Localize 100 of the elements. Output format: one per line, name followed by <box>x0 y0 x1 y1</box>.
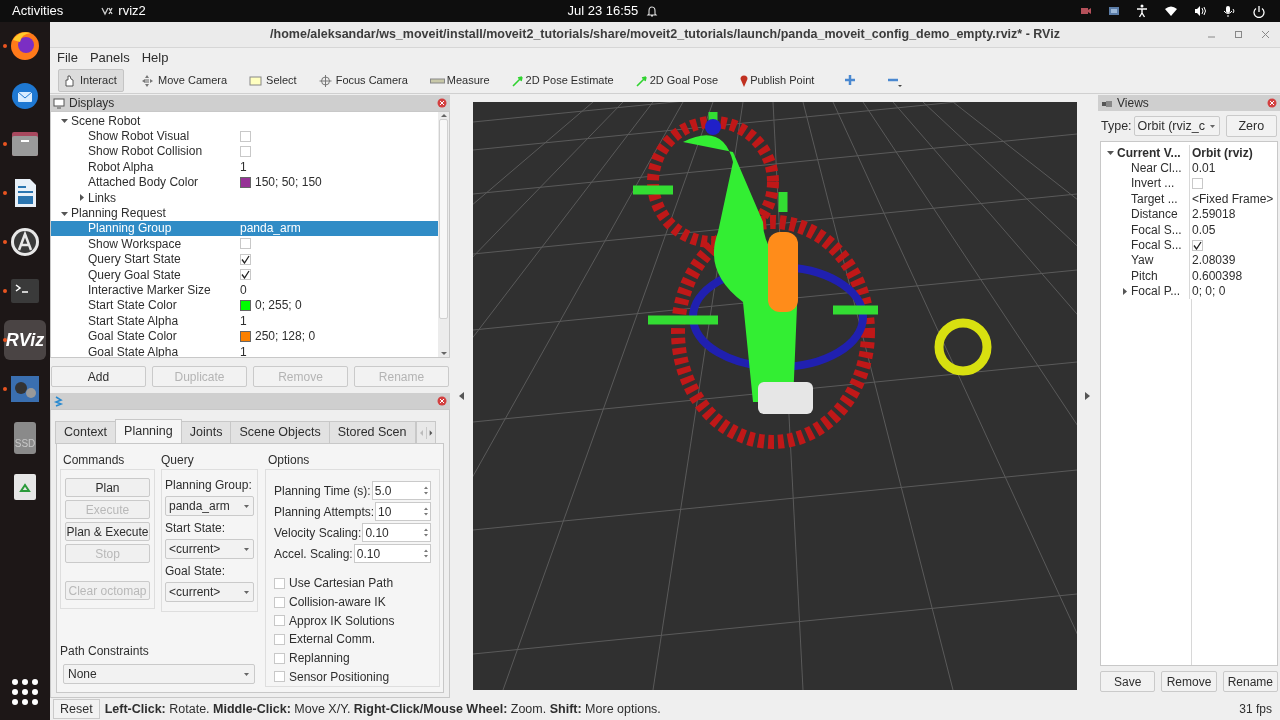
spin-box[interactable]: 10 <box>375 502 431 521</box>
clock[interactable]: Jul 23 16:55 <box>567 1 639 21</box>
spin-arrows-icon[interactable] <box>422 548 430 559</box>
tree-row[interactable]: Goal State Color 250; 128; 0 <box>51 328 438 344</box>
toolbar-button[interactable]: Measure <box>424 69 495 92</box>
software-icon <box>9 226 41 258</box>
monitor-icon <box>53 97 65 109</box>
spin-arrows-icon[interactable] <box>422 485 430 496</box>
close-icon[interactable] <box>437 396 447 406</box>
maximize-icon[interactable] <box>1234 30 1243 39</box>
panel-button[interactable]: Remove <box>1161 671 1217 692</box>
camera-icon[interactable] <box>1080 6 1092 16</box>
toolbar-button[interactable]: 2D Goal Pose <box>630 69 724 92</box>
close-icon[interactable] <box>1261 30 1270 39</box>
view-property-row[interactable]: Focal S... <box>1101 237 1277 253</box>
view-property-row[interactable]: Target ... <Fixed Frame> <box>1101 191 1277 207</box>
tree-row[interactable]: Planning Request <box>51 205 438 221</box>
tree-row[interactable]: Show Robot Collision <box>51 143 438 160</box>
toolbar-button[interactable]: Move Camera <box>136 69 233 92</box>
command-button[interactable]: Plan <box>65 478 150 497</box>
tree-row[interactable]: Show Workspace <box>51 236 438 252</box>
dropdown[interactable]: Orbit (rviz_c <box>1133 116 1220 136</box>
dropdown[interactable]: None <box>63 664 255 685</box>
color-swatch[interactable] <box>240 299 251 311</box>
dock-launcher[interactable] <box>9 373 41 405</box>
panel-button[interactable]: Add <box>51 366 146 387</box>
wifi-icon[interactable] <box>1164 5 1178 17</box>
dock-launcher[interactable]: RViz <box>4 320 46 360</box>
tab[interactable]: Planning <box>115 419 182 444</box>
dropdown[interactable]: <current> <box>165 539 254 559</box>
dropdown[interactable]: panda_arm <box>165 496 254 516</box>
app-menu[interactable]: rviz2 <box>101 1 146 21</box>
accessibility-icon[interactable] <box>1136 4 1148 18</box>
reset-button[interactable]: Reset <box>53 699 100 719</box>
property-label: Start State Alpha <box>88 312 179 330</box>
close-icon[interactable] <box>1267 98 1277 108</box>
tree-row[interactable]: Links <box>51 189 438 206</box>
view-property-row[interactable]: Near Cl... 0.01 <box>1101 160 1277 176</box>
color-swatch[interactable] <box>240 176 251 188</box>
toolbar-button[interactable]: Interact <box>58 69 124 92</box>
command-button[interactable]: Plan & Execute <box>65 522 150 541</box>
tree-row[interactable]: Start State Alpha 1 <box>51 313 438 329</box>
activities-button[interactable]: Activities <box>12 1 64 21</box>
spin-box[interactable]: 0.10 <box>353 544 431 563</box>
view-property-row[interactable]: Invert ... <box>1101 175 1277 192</box>
menu-item[interactable]: Panels <box>89 48 130 68</box>
collapse-right-icon[interactable] <box>1085 392 1090 400</box>
zero-button[interactable]: Zero <box>1225 115 1277 137</box>
panel-button[interactable]: Rename <box>1222 671 1278 692</box>
tree-row[interactable]: Attached Body Color 150; 50; 150 <box>51 174 438 190</box>
dock-launcher[interactable] <box>9 676 41 708</box>
tree-row[interactable]: Planning Group panda_arm <box>51 220 438 237</box>
spin-arrows-icon[interactable] <box>422 506 430 517</box>
collapse-arrow-icon[interactable] <box>1105 148 1115 158</box>
volume-icon[interactable] <box>1194 5 1207 17</box>
tree-row[interactable]: Query Start State <box>51 251 438 267</box>
view-property-row[interactable]: Focal P... 0; 0; 0 <box>1101 283 1277 299</box>
menu-item[interactable]: File <box>57 48 78 68</box>
toolbar-button[interactable]: Select <box>244 69 302 92</box>
checkbox[interactable] <box>240 269 251 281</box>
view-property-row[interactable]: Current V... Orbit (rviz) <box>1101 145 1277 161</box>
tree-row[interactable]: Query Goal State <box>51 266 438 283</box>
power-icon[interactable] <box>1252 4 1266 18</box>
menu-item[interactable]: Help <box>141 48 169 68</box>
tab[interactable]: Scene Objects <box>230 421 330 444</box>
notification-bell-icon[interactable] <box>646 5 659 17</box>
microphone-icon[interactable] <box>1223 4 1236 18</box>
selection-rect-icon <box>249 73 265 88</box>
tree-row[interactable]: Start State Color 0; 255; 0 <box>51 297 438 314</box>
tree-row[interactable]: Interactive Marker Size 0 <box>51 282 438 298</box>
collapse-arrow-icon[interactable] <box>59 116 69 126</box>
tree-row[interactable]: Robot Alpha 1 <box>51 159 438 175</box>
panel-button[interactable]: Save <box>1100 671 1156 692</box>
collapse-left-icon[interactable] <box>459 392 464 400</box>
toolbar-button[interactable]: Publish Point <box>735 69 820 92</box>
spin-box[interactable]: 0.10 <box>362 523 431 542</box>
dock-launcher[interactable] <box>9 226 41 258</box>
section-title: Path Constraints <box>60 643 150 661</box>
view-property-row[interactable]: Pitch 0.600398 <box>1101 268 1277 284</box>
scroll-down-icon[interactable] <box>439 350 448 357</box>
toolbar-button[interactable]: 2D Pose Estimate <box>506 69 619 92</box>
scrollbar[interactable] <box>438 112 449 357</box>
checkbox[interactable] <box>1192 239 1203 251</box>
color-swatch[interactable] <box>240 330 251 342</box>
view-property-row[interactable]: Yaw 2.08039 <box>1101 252 1277 269</box>
spin-arrows-icon[interactable] <box>422 527 430 538</box>
scroll-right-icon[interactable] <box>425 426 435 439</box>
scrollbar-thumb[interactable] <box>439 119 448 319</box>
screen-share-icon[interactable] <box>1108 6 1120 16</box>
close-icon[interactable] <box>437 98 447 108</box>
tree-row[interactable]: Scene Robot <box>51 113 438 129</box>
toolbar-button[interactable]: Focus Camera <box>313 69 413 92</box>
dropdown[interactable]: <current> <box>165 582 254 602</box>
view-property-row[interactable]: Distance 2.59018 <box>1101 206 1277 222</box>
view-property-row[interactable]: Focal S... 0.05 <box>1101 221 1277 238</box>
tree-row[interactable]: Show Robot Visual <box>51 128 438 144</box>
field-label: Type: <box>1101 117 1132 135</box>
dock-launcher[interactable] <box>9 30 41 62</box>
spin-box[interactable]: 5.0 <box>371 481 431 500</box>
checkbox-label: Approx IK Solutions <box>289 612 395 630</box>
